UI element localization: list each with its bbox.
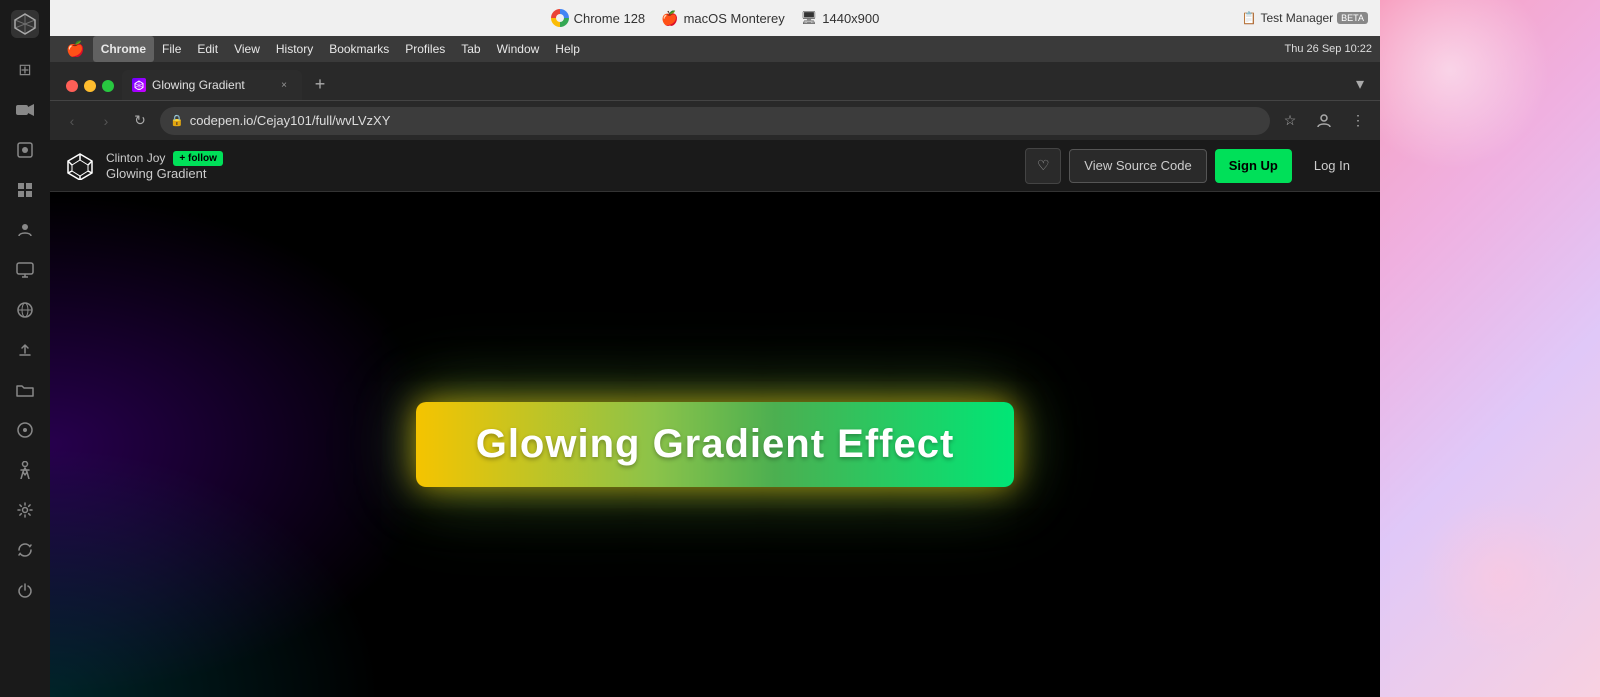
- browser-tab[interactable]: Glowing Gradient ×: [122, 70, 302, 100]
- address-bar: ‹ › ↻ 🔒 codepen.io/Cejay101/full/wvLVzXY…: [50, 100, 1380, 140]
- follow-badge[interactable]: + follow: [173, 151, 223, 166]
- heart-button[interactable]: ♡: [1025, 148, 1061, 184]
- menu-bookmarks[interactable]: Bookmarks: [321, 36, 397, 62]
- menu-tab[interactable]: Tab: [453, 36, 488, 62]
- heart-icon: ♡: [1037, 157, 1050, 174]
- traffic-lights: [58, 80, 122, 100]
- traffic-light-minimize[interactable]: [84, 80, 96, 92]
- sidebar-item-figure[interactable]: [7, 452, 43, 488]
- monitor-icon: 🖥: [801, 10, 818, 26]
- menu-history[interactable]: History: [268, 36, 321, 62]
- test-manager-label: Test Manager: [1260, 11, 1333, 25]
- address-input-field[interactable]: 🔒 codepen.io/Cejay101/full/wvLVzXY: [160, 107, 1270, 135]
- address-url: codepen.io/Cejay101/full/wvLVzXY: [190, 113, 1260, 128]
- sidebar-item-globe[interactable]: [7, 292, 43, 328]
- right-decoration: [1380, 0, 1600, 697]
- glowing-button-container: Glowing Gradient Effect: [416, 402, 1015, 487]
- view-source-button[interactable]: View Source Code: [1069, 149, 1206, 183]
- sidebar-item-folder[interactable]: [7, 372, 43, 408]
- bg-decoration-bottom-left: [50, 445, 383, 697]
- codepen-content: Glowing Gradient Effect: [50, 192, 1380, 697]
- tab-title: Glowing Gradient: [152, 78, 270, 92]
- main-area: Chrome 128 🍎 macOS Monterey 🖥 1440x900 📋…: [50, 0, 1380, 697]
- sidebar-item-user[interactable]: [7, 212, 43, 248]
- secure-icon: 🔒: [170, 114, 184, 127]
- sidebar-item-camera[interactable]: [7, 92, 43, 128]
- menu-chrome[interactable]: Chrome: [93, 36, 154, 62]
- mac-menubar: 🍎 Chrome File Edit View History Bookmark…: [50, 36, 1380, 62]
- login-button[interactable]: Log In: [1300, 149, 1364, 183]
- macos-label: macOS Monterey: [684, 11, 785, 26]
- resolution-label: 1440x900: [822, 11, 879, 26]
- browser-menu-button[interactable]: ⋮: [1344, 107, 1372, 135]
- sidebar-item-video[interactable]: [7, 132, 43, 168]
- chrome-icon: [551, 9, 569, 27]
- sidebar-item-overview[interactable]: ⊞: [7, 52, 43, 88]
- menu-profiles[interactable]: Profiles: [397, 36, 453, 62]
- menu-datetime: Thu 26 Sep 10:22: [1285, 43, 1372, 55]
- codepen-header-actions: ♡ View Source Code Sign Up Log In: [1025, 148, 1364, 184]
- apple-icon: 🍎: [661, 10, 678, 27]
- reload-button[interactable]: ↻: [126, 107, 154, 135]
- chrome-browser-info: Chrome 128: [551, 9, 646, 27]
- resolution-info: 🖥 1440x900: [801, 10, 880, 26]
- tab-close-button[interactable]: ×: [276, 77, 292, 93]
- glowing-gradient-button[interactable]: Glowing Gradient Effect: [416, 402, 1015, 487]
- new-tab-button[interactable]: +: [306, 70, 334, 98]
- tab-favicon: [132, 78, 146, 92]
- menubar-right-info: Thu 26 Sep 10:22: [1285, 43, 1372, 55]
- os-topbar-center: Chrome 128 🍎 macOS Monterey 🖥 1440x900: [551, 9, 880, 27]
- menu-file[interactable]: File: [154, 36, 189, 62]
- tab-bar: Glowing Gradient × + ▾: [50, 62, 1380, 100]
- app-sidebar: ⊞: [0, 0, 50, 697]
- bg-decoration-left: [50, 192, 449, 697]
- back-button[interactable]: ‹: [58, 107, 86, 135]
- beta-badge: BETA: [1337, 12, 1368, 24]
- sidebar-item-monitor[interactable]: [7, 252, 43, 288]
- menu-window[interactable]: Window: [489, 36, 548, 62]
- pen-title: Glowing Gradient: [106, 166, 223, 181]
- sidebar-item-upload[interactable]: [7, 332, 43, 368]
- sidebar-item-settings[interactable]: [7, 492, 43, 528]
- os-topbar-right: 📋 Test Manager BETA: [1242, 11, 1369, 25]
- os-topbar: Chrome 128 🍎 macOS Monterey 🖥 1440x900 📋…: [50, 0, 1380, 36]
- test-manager-icon: 📋: [1242, 11, 1257, 25]
- author-name: Clinton Joy: [106, 151, 165, 165]
- sidebar-item-grid[interactable]: [7, 172, 43, 208]
- sidebar-item-refresh[interactable]: [7, 532, 43, 568]
- bookmark-button[interactable]: ☆: [1276, 107, 1304, 135]
- codepen-logo-icon: [66, 152, 94, 180]
- menu-edit[interactable]: Edit: [189, 36, 226, 62]
- profile-button[interactable]: [1310, 107, 1338, 135]
- forward-button[interactable]: ›: [92, 107, 120, 135]
- menu-view[interactable]: View: [226, 36, 268, 62]
- sidebar-item-power[interactable]: [7, 572, 43, 608]
- browser-window: 🍎 Chrome File Edit View History Bookmark…: [50, 36, 1380, 697]
- codepen-pen-info: Clinton Joy + follow Glowing Gradient: [106, 151, 223, 181]
- tab-dropdown-button[interactable]: ▾: [1348, 72, 1372, 96]
- traffic-light-close[interactable]: [66, 80, 78, 92]
- signup-button[interactable]: Sign Up: [1215, 149, 1292, 183]
- codepen-header: Clinton Joy + follow Glowing Gradient ♡ …: [50, 140, 1380, 192]
- menu-apple[interactable]: 🍎: [58, 36, 93, 62]
- sidebar-item-tag[interactable]: [7, 412, 43, 448]
- menu-help[interactable]: Help: [547, 36, 588, 62]
- codepen-logo[interactable]: [66, 152, 94, 180]
- chrome-label: Chrome 128: [574, 11, 646, 26]
- test-manager-info: 📋 Test Manager BETA: [1242, 11, 1369, 25]
- sidebar-logo[interactable]: [9, 8, 41, 40]
- traffic-light-maximize[interactable]: [102, 80, 114, 92]
- macos-info: 🍎 macOS Monterey: [661, 10, 785, 27]
